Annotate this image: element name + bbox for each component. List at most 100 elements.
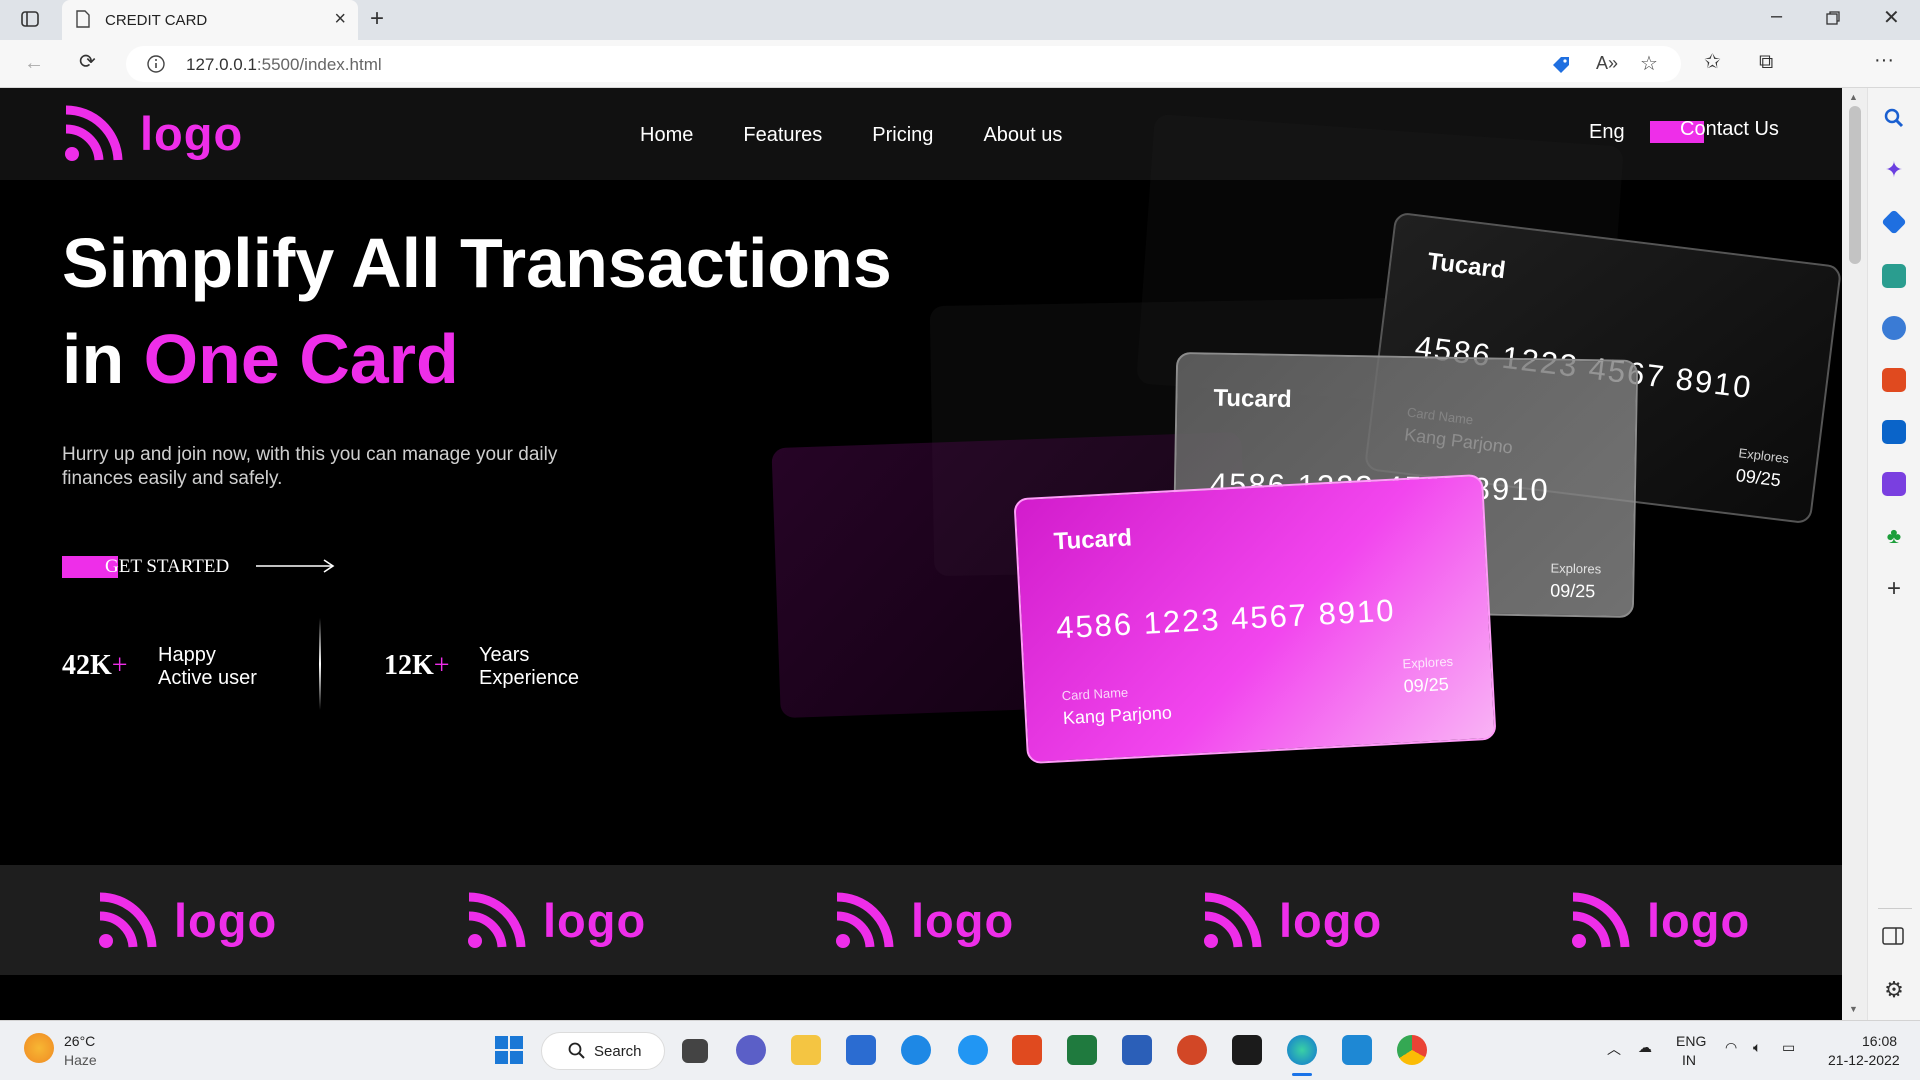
clock-time[interactable]: 16:08 — [1862, 1033, 1897, 1049]
office-icon[interactable] — [1882, 368, 1906, 392]
arrow-right-icon — [256, 559, 335, 573]
powerpoint-icon[interactable] — [1177, 1035, 1207, 1065]
language-selector[interactable]: Eng — [1589, 121, 1625, 144]
new-tab-icon[interactable]: + — [370, 7, 384, 31]
hero-title-line-2: in One Card — [62, 324, 459, 394]
nav-features[interactable]: Features — [743, 124, 822, 147]
strip-logo-5: logo — [1569, 889, 1750, 951]
add-sidebar-app-icon[interactable]: + — [1882, 577, 1906, 602]
logo-mark-icon — [1204, 892, 1262, 948]
hero-title-line-1: Simplify All Transactions — [62, 224, 892, 302]
active-app-indicator — [1292, 1073, 1312, 1076]
scroll-up-icon[interactable]: ▲ — [1849, 92, 1858, 102]
more-options-icon[interactable]: ··· — [1874, 50, 1894, 70]
teams-chat-icon[interactable] — [736, 1035, 766, 1065]
app-blue-icon[interactable] — [901, 1035, 931, 1065]
nav-home[interactable]: Home — [640, 124, 693, 147]
games-icon[interactable] — [1882, 316, 1906, 340]
sidebar-divider — [1878, 908, 1912, 909]
strip-logo-text: logo — [174, 893, 278, 947]
tab-credit-card[interactable]: CREDIT CARD × — [62, 0, 358, 40]
logo-mark-icon — [468, 892, 526, 948]
restore-icon[interactable] — [1826, 9, 1840, 29]
office-icon[interactable] — [1012, 1035, 1042, 1065]
tab-strip: CREDIT CARD × + – ✕ — [0, 0, 1920, 40]
input-lang-1[interactable]: ENG — [1676, 1033, 1706, 1049]
scrollbar-thumb[interactable] — [1849, 106, 1861, 264]
cta-label: GET STARTED — [105, 556, 230, 577]
hide-sidebar-icon[interactable] — [1882, 926, 1906, 950]
info-icon[interactable] — [146, 54, 166, 79]
url-field[interactable]: 127.0.0.1:5500/index.html A» ☆ — [126, 46, 1681, 82]
nav-about[interactable]: About us — [983, 124, 1062, 147]
taskbar-search[interactable]: Search — [541, 1032, 665, 1070]
nav-pricing[interactable]: Pricing — [872, 124, 933, 147]
favorites-icon[interactable]: ✩ — [1704, 52, 1721, 72]
card-brand: Tucard — [1213, 384, 1292, 414]
search-icon[interactable] — [1882, 106, 1906, 130]
shopping-icon[interactable] — [1881, 209, 1907, 235]
wifi-icon[interactable]: ◠ — [1725, 1039, 1737, 1056]
card-holder: Kang Parjono — [1062, 702, 1173, 729]
copilot-icon[interactable]: ✦ — [1882, 158, 1906, 182]
refresh-icon[interactable]: ⟳ — [79, 52, 96, 72]
volume-icon[interactable]: 🔈︎ — [1753, 1039, 1761, 1056]
excel-icon[interactable] — [1067, 1035, 1097, 1065]
card-name-label: Card Name — [1061, 684, 1129, 704]
card-exp-label: Explores — [1550, 560, 1602, 577]
stat-users-plus: + — [111, 650, 128, 681]
help-icon[interactable] — [958, 1035, 988, 1065]
stat-years-label-2: Experience — [479, 667, 580, 689]
nav-links: Home Features Pricing About us — [640, 124, 1062, 147]
edge-browser-icon[interactable] — [1287, 1035, 1317, 1065]
card-brand: Tucard — [1426, 247, 1507, 285]
file-explorer-icon[interactable] — [791, 1035, 821, 1065]
card-pink: Tucard 4586 1223 4567 8910 Card Name Kan… — [1013, 473, 1497, 765]
card-number: 4586 1223 4567 8910 — [1055, 592, 1397, 646]
weather-sun-icon[interactable] — [24, 1033, 54, 1063]
tab-actions-icon[interactable] — [21, 10, 39, 32]
tools-icon[interactable] — [1882, 264, 1906, 288]
scroll-down-icon[interactable]: ▼ — [1849, 1004, 1858, 1014]
logo-text: logo — [140, 106, 244, 160]
onedrive-icon[interactable]: ☁ — [1638, 1039, 1652, 1056]
stat-years-label-1: Years — [479, 644, 530, 666]
card-brand: Tucard — [1052, 524, 1133, 556]
page-icon — [76, 10, 90, 33]
add-favorite-icon[interactable]: ☆ — [1640, 51, 1658, 76]
task-view-icon[interactable] — [682, 1039, 708, 1063]
designer-icon[interactable] — [1882, 472, 1906, 496]
strip-logo-1: logo — [96, 889, 277, 951]
stat-users-number: 42K+ — [62, 650, 128, 682]
store-icon[interactable] — [846, 1035, 876, 1065]
hero-subtitle: Hurry up and join now, with this you can… — [62, 444, 558, 489]
vscode-icon[interactable] — [1342, 1035, 1372, 1065]
minimize-icon[interactable]: – — [1771, 6, 1782, 26]
tree-icon[interactable]: ♣ — [1882, 524, 1906, 548]
tray-chevron-icon[interactable]: ︿ — [1607, 1039, 1621, 1059]
collections-icon[interactable]: ⧉ — [1759, 52, 1773, 72]
word-icon[interactable] — [1122, 1035, 1152, 1065]
site-logo[interactable]: logo — [62, 102, 243, 164]
hero-title-prefix: in — [62, 320, 144, 398]
clock-date[interactable]: 21-12-2022 — [1828, 1052, 1900, 1068]
settings-gear-icon[interactable]: ⚙ — [1882, 978, 1906, 1002]
card-exp-label: Explores — [1402, 653, 1454, 672]
shopping-tag-icon[interactable] — [1550, 54, 1572, 81]
battery-icon[interactable]: ▭ — [1782, 1039, 1795, 1056]
url-path: :5500/index.html — [256, 55, 382, 74]
address-bar-row: ← ⟳ 127.0.0.1:5500/index.html A» ☆ ✩ ⧉ ·… — [0, 40, 1920, 120]
terminal-icon[interactable] — [1232, 1035, 1262, 1065]
chrome-icon[interactable] — [1397, 1035, 1427, 1065]
outlook-icon[interactable] — [1882, 420, 1906, 444]
web-page: logo Home Features Pricing About us Eng … — [0, 88, 1842, 1020]
read-aloud-icon[interactable]: A» — [1596, 53, 1618, 74]
start-windows-icon[interactable] — [494, 1035, 524, 1065]
stat-users-label: Happy Active user — [158, 644, 257, 690]
stats-divider — [319, 618, 321, 710]
back-icon[interactable]: ← — [24, 53, 44, 73]
input-lang-2[interactable]: IN — [1682, 1052, 1696, 1068]
close-tab-icon[interactable]: × — [334, 8, 346, 31]
close-window-icon[interactable]: ✕ — [1883, 8, 1900, 28]
logo-mark-icon — [836, 892, 894, 948]
